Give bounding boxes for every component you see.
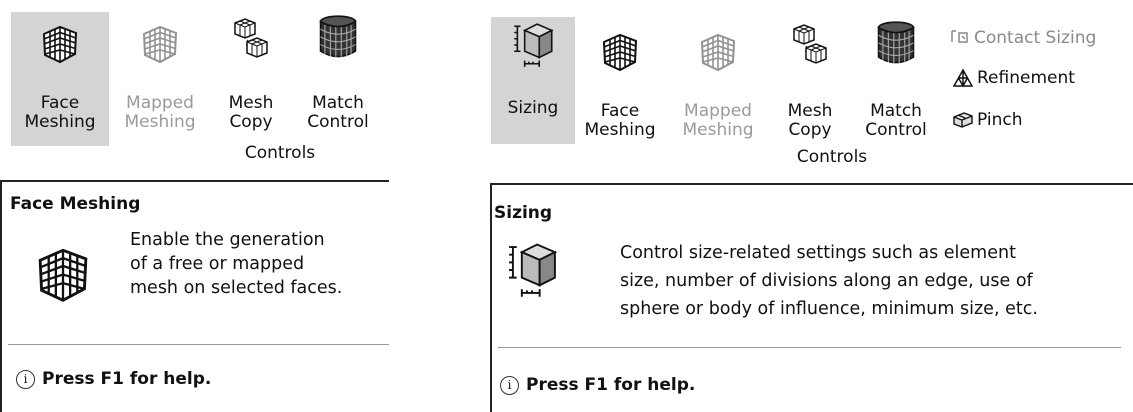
ribbon: Sizing Face Meshing Mapped Meshing Mesh …	[482, 0, 1133, 174]
help-text: Press F1 for help.	[42, 369, 212, 389]
contact-sizing-label: Contact Sizing	[974, 28, 1097, 48]
mesh-copy-button[interactable]: Mesh Copy	[769, 12, 851, 146]
sizing-label: Sizing	[507, 98, 559, 118]
mapped-meshing-button[interactable]: Mapped Meshing	[112, 12, 208, 146]
tooltip: Face Meshing Enable the generation of a …	[0, 180, 389, 412]
mesh-copy-label-1: Mesh	[787, 101, 833, 121]
tooltip-description-line: Control size-related settings such as el…	[620, 243, 1016, 263]
face-meshing-label-1: Face	[600, 101, 640, 121]
tooltip-description-line: size, number of divisions along an edge,…	[620, 271, 1033, 291]
mesh-copy-button[interactable]: Mesh Copy	[210, 12, 292, 146]
tooltip-help: i Press F1 for help.	[16, 369, 211, 389]
tooltip-description-line: Enable the generation	[130, 230, 325, 250]
info-icon: i	[500, 375, 519, 395]
mapped-meshing-button[interactable]: Mapped Meshing	[670, 12, 766, 146]
contact-sizing-icon	[951, 30, 968, 43]
mapped-meshing-label-1: Mapped	[126, 93, 194, 113]
tooltip-description-line: sphere or body of influence, minimum siz…	[620, 299, 1038, 319]
face-meshing-button[interactable]: Face Meshing	[579, 12, 661, 146]
match-control-label-2: Control	[865, 120, 927, 140]
face-meshing-label-2: Meshing	[24, 112, 96, 132]
match-control-icon	[853, 20, 939, 68]
tooltip-title: Face Meshing	[10, 194, 141, 214]
mesh-copy-icon	[769, 24, 851, 68]
tooltip-description: Enable the generation of a free or mappe…	[130, 228, 342, 300]
tooltip-description: Control size-related settings such as el…	[620, 239, 1038, 323]
match-control-label-2: Control	[307, 112, 369, 132]
refinement-label: Refinement	[977, 68, 1075, 88]
tooltip: Sizing Control size-related settings suc…	[490, 183, 1133, 412]
ribbon: Face Meshing Mapped Meshing Mesh Copy Ma…	[0, 0, 387, 174]
face-meshing-label-2: Meshing	[584, 120, 656, 140]
mapped-mesh-icon	[670, 32, 766, 74]
mesh-copy-label-1: Mesh	[228, 93, 274, 113]
match-control-label-1: Match	[870, 101, 922, 121]
mapped-meshing-label-2: Meshing	[124, 112, 196, 132]
face-mesh-icon	[579, 32, 661, 74]
mesh-copy-icon	[210, 18, 292, 62]
tooltip-separator	[498, 347, 1121, 348]
face-mesh-icon	[11, 24, 109, 66]
match-control-icon	[293, 14, 383, 62]
face-mesh-icon	[32, 246, 94, 306]
mapped-meshing-label-2: Meshing	[682, 120, 754, 140]
mapped-mesh-icon	[112, 24, 208, 66]
sizing-button[interactable]: Sizing	[491, 17, 575, 144]
mesh-copy-label-2: Copy	[788, 120, 832, 140]
sizing-panel: Sizing Face Meshing Mapped Meshing Mesh …	[482, 0, 1133, 412]
match-control-label-1: Match	[312, 93, 364, 113]
match-control-button[interactable]: Match Control	[853, 12, 939, 146]
face-meshing-panel: Face Meshing Mapped Meshing Mesh Copy Ma…	[0, 0, 389, 412]
sizing-icon	[504, 239, 560, 301]
tooltip-description-line: mesh on selected faces.	[130, 278, 343, 298]
pinch-label: Pinch	[977, 110, 1023, 130]
pinch-icon	[953, 112, 973, 128]
match-control-button[interactable]: Match Control	[293, 12, 383, 146]
mapped-meshing-label-1: Mapped	[684, 101, 752, 121]
help-text: Press F1 for help.	[526, 375, 696, 395]
info-icon: i	[16, 369, 35, 389]
mesh-copy-label-2: Copy	[229, 112, 273, 132]
sizing-icon	[491, 20, 575, 70]
tooltip-separator	[8, 344, 389, 345]
pinch-button[interactable]: Pinch	[952, 110, 1023, 130]
refinement-button[interactable]: Refinement	[952, 68, 1075, 88]
face-meshing-label-1: Face	[40, 93, 80, 113]
face-meshing-button[interactable]: Face Meshing	[11, 12, 109, 146]
contact-sizing-button[interactable]: Contact Sizing	[949, 28, 1096, 48]
tooltip-help: i Press F1 for help.	[500, 375, 695, 395]
tooltip-description-line: of a free or mapped	[130, 254, 305, 274]
tooltip-title: Sizing	[494, 203, 553, 223]
refinement-icon	[952, 68, 974, 88]
controls-group-label: Controls	[244, 143, 316, 163]
controls-group-label: Controls	[796, 147, 868, 167]
